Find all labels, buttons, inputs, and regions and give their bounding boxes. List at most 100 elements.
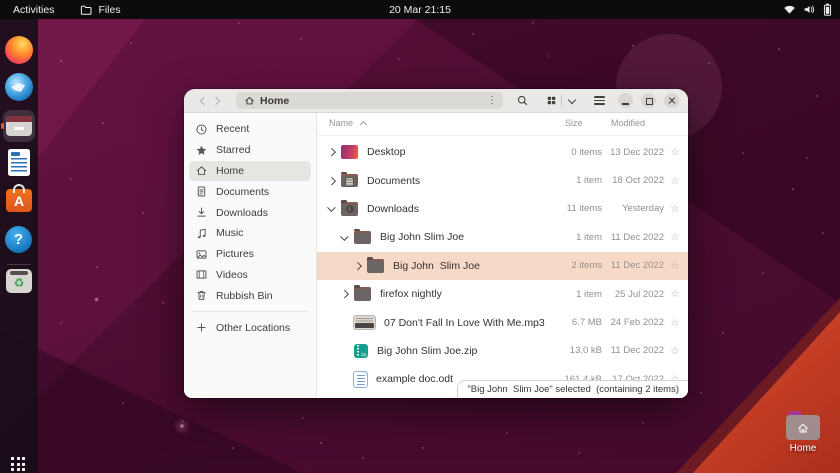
- plus-icon: [195, 321, 208, 334]
- minimize-button[interactable]: [618, 93, 633, 108]
- file-row-desktop[interactable]: Desktop 0 items 13 Dec 2022 ☆: [317, 138, 688, 166]
- star-icon[interactable]: ☆: [664, 317, 686, 329]
- dock-item-thunderbird[interactable]: [5, 73, 33, 101]
- file-modified: 24 Feb 2022: [608, 317, 664, 328]
- document-icon: [195, 185, 208, 198]
- main-menu-button[interactable]: [588, 92, 610, 110]
- desktop-icon-home[interactable]: Home: [775, 415, 831, 454]
- sidebar-item-home[interactable]: Home: [189, 161, 311, 182]
- video-icon: [195, 268, 208, 281]
- file-row-07-don-t-fall-in-love-with-me-mp3[interactable]: 07 Don't Fall In Love With Me.mp3 6.7 MB…: [317, 308, 688, 336]
- dock-files-running-indicator: [1, 123, 4, 129]
- location-label: Home: [260, 95, 289, 107]
- close-button[interactable]: [664, 93, 679, 108]
- expander-collapsed-icon[interactable]: [355, 263, 367, 269]
- dock-item-help[interactable]: ?: [5, 226, 32, 253]
- sidebar-item-pictures[interactable]: Pictures: [189, 244, 311, 265]
- dock-item-rubbish-bin[interactable]: ♻: [6, 269, 32, 293]
- dock-item-firefox[interactable]: [5, 36, 33, 64]
- app-menu[interactable]: Files: [80, 4, 120, 16]
- files-app-icon: [80, 5, 92, 15]
- sidebar-item-videos[interactable]: Videos: [189, 265, 311, 286]
- dock-item-files[interactable]: [6, 116, 32, 136]
- search-button[interactable]: [511, 92, 533, 110]
- sidebar-item-starred[interactable]: Starred: [189, 140, 311, 161]
- file-size: 0 items: [547, 147, 602, 158]
- selection-status: "Big John Slim Joe" selected (containing…: [457, 380, 688, 398]
- show-applications-button[interactable]: [11, 457, 27, 473]
- sidebar-item-recent[interactable]: Recent: [189, 119, 311, 140]
- search-icon: [516, 94, 529, 107]
- column-header-size[interactable]: Size: [565, 118, 583, 128]
- star-icon[interactable]: ☆: [664, 260, 686, 272]
- document-icon: [354, 372, 367, 388]
- column-header-name[interactable]: Name: [329, 118, 353, 128]
- expander-expanded-icon[interactable]: [329, 207, 341, 211]
- file-row-downloads[interactable]: Downloads 11 items Yesterday ☆: [317, 195, 688, 223]
- music-icon: [195, 227, 208, 240]
- file-row-firefox-nightly[interactable]: firefox nightly 1 item 25 Jul 2022 ☆: [317, 280, 688, 308]
- file-row-big-john-slim-joe[interactable]: Big John Slim Joe 1 item 11 Dec 2022 ☆: [317, 223, 688, 251]
- file-modified: 11 Dec 2022: [608, 260, 664, 271]
- back-icon: [200, 96, 208, 104]
- file-size: 1 item: [547, 175, 602, 186]
- sidebar-item-documents[interactable]: Documents: [189, 181, 311, 202]
- star-icon[interactable]: ☆: [664, 345, 686, 357]
- file-modified: 25 Jul 2022: [608, 289, 664, 300]
- archive-icon: [354, 344, 368, 358]
- download-icon: [195, 206, 208, 219]
- forward-button[interactable]: [210, 93, 224, 109]
- sidebar-item-rubbish-bin[interactable]: Rubbish Bin: [189, 285, 311, 306]
- sidebar-item-label: Home: [216, 165, 244, 177]
- location-bar[interactable]: Home ⋮: [236, 92, 503, 109]
- column-header-modified[interactable]: Modified: [611, 118, 645, 128]
- sidebar-item-label: Rubbish Bin: [216, 290, 273, 302]
- file-row-big-john-slim-joe-zip[interactable]: Big John Slim Joe.zip 13.0 kB 11 Dec 202…: [317, 337, 688, 365]
- star-icon[interactable]: ☆: [664, 146, 686, 158]
- dock-item-ubuntu-software[interactable]: A: [6, 189, 32, 212]
- folder-icon: [354, 231, 371, 245]
- file-name: 07 Don't Fall In Love With Me.mp3: [384, 317, 547, 329]
- kebab-icon[interactable]: ⋮: [487, 95, 497, 106]
- file-name: firefox nightly: [380, 288, 547, 300]
- view-options-button[interactable]: [562, 99, 581, 103]
- minimize-icon: [622, 103, 629, 105]
- home-icon: [244, 95, 255, 106]
- expander-expanded-icon[interactable]: [342, 236, 354, 240]
- maximize-button[interactable]: [641, 93, 656, 108]
- file-name: Big John Slim Joe.zip: [377, 345, 547, 357]
- file-row-big-john-slim-joe[interactable]: Big John Slim Joe 2 items 11 Dec 2022 ☆: [317, 252, 688, 280]
- sidebar-item-label: Other Locations: [216, 322, 290, 334]
- home-folder-icon: [786, 415, 820, 440]
- file-row-documents[interactable]: Documents 1 item 18 Oct 2022 ☆: [317, 166, 688, 194]
- file-name: Big John Slim Joe: [393, 260, 547, 272]
- file-size: 1 item: [547, 289, 602, 300]
- sidebar-item-music[interactable]: Music: [189, 223, 311, 244]
- file-modified: 18 Oct 2022: [608, 175, 664, 186]
- system-status-area[interactable]: [783, 0, 832, 19]
- recycle-icon: ♻: [6, 275, 32, 291]
- expander-collapsed-icon[interactable]: [329, 178, 341, 184]
- star-icon[interactable]: ☆: [664, 203, 686, 215]
- file-name: Desktop: [367, 146, 547, 158]
- view-toggle[interactable]: [541, 92, 583, 110]
- top-bar: Activities Files 20 Mar 21:15: [0, 0, 840, 19]
- clock[interactable]: 20 Mar 21:15: [0, 4, 840, 16]
- activities-button[interactable]: Activities: [13, 4, 54, 16]
- grid-view-icon[interactable]: [541, 95, 561, 106]
- chevron-down-icon: [567, 95, 575, 103]
- sidebar-item-other-locations[interactable]: Other Locations: [189, 317, 311, 338]
- dock-item-libreoffice-writer[interactable]: [8, 149, 30, 176]
- folder-downloads-icon: [341, 202, 358, 216]
- expander-collapsed-icon[interactable]: [329, 149, 341, 155]
- file-name: Documents: [367, 175, 547, 187]
- star-icon[interactable]: ☆: [664, 175, 686, 187]
- header-bar: Home ⋮: [184, 89, 688, 113]
- file-modified: 11 Dec 2022: [608, 232, 664, 243]
- star-icon[interactable]: ☆: [664, 288, 686, 300]
- expander-collapsed-icon[interactable]: [342, 291, 354, 297]
- sidebar-item-label: Recent: [216, 123, 249, 135]
- sidebar-item-downloads[interactable]: Downloads: [189, 202, 311, 223]
- back-button[interactable]: [196, 93, 210, 109]
- star-icon[interactable]: ☆: [664, 231, 686, 243]
